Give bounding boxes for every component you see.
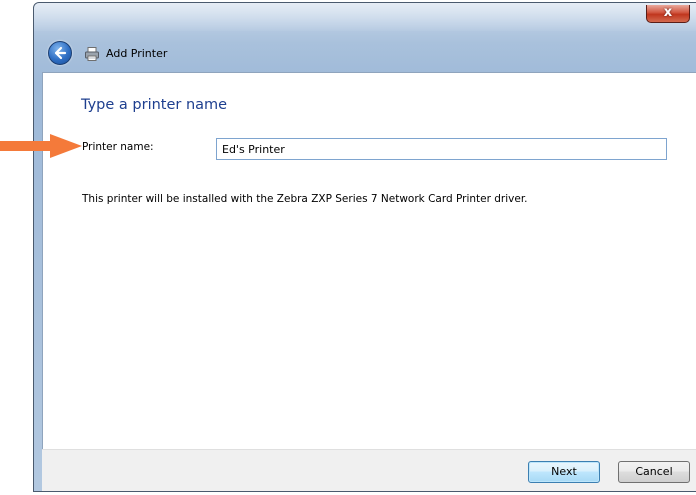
printer-name-label: Printer name: bbox=[82, 141, 154, 153]
printer-name-label-text: Printer name: bbox=[82, 141, 154, 153]
screenshot-stage: x Add Printer Type a printer name Printe… bbox=[0, 0, 696, 495]
next-button-label: Next bbox=[551, 465, 577, 478]
close-button[interactable]: x bbox=[646, 5, 690, 23]
back-button[interactable] bbox=[48, 41, 72, 65]
cancel-button-label: Cancel bbox=[635, 465, 673, 478]
close-icon: x bbox=[663, 5, 673, 20]
printer-icon bbox=[85, 47, 99, 61]
printer-name-input[interactable] bbox=[216, 138, 667, 160]
button-bar: Next Cancel bbox=[42, 449, 696, 491]
next-button[interactable]: Next bbox=[528, 461, 600, 483]
callout-arrow-icon bbox=[0, 134, 82, 158]
cancel-button[interactable]: Cancel bbox=[618, 461, 690, 483]
driver-info-text: This printer will be installed with the … bbox=[82, 193, 528, 205]
page-title: Type a printer name bbox=[81, 97, 228, 113]
add-printer-window: x Add Printer Type a printer name Printe… bbox=[33, 2, 696, 492]
back-arrow-icon bbox=[54, 46, 67, 60]
navigation-bar: Add Printer bbox=[34, 37, 696, 69]
window-title: Add Printer bbox=[106, 47, 168, 60]
wizard-content: Type a printer name Printer name: This p… bbox=[42, 72, 696, 449]
